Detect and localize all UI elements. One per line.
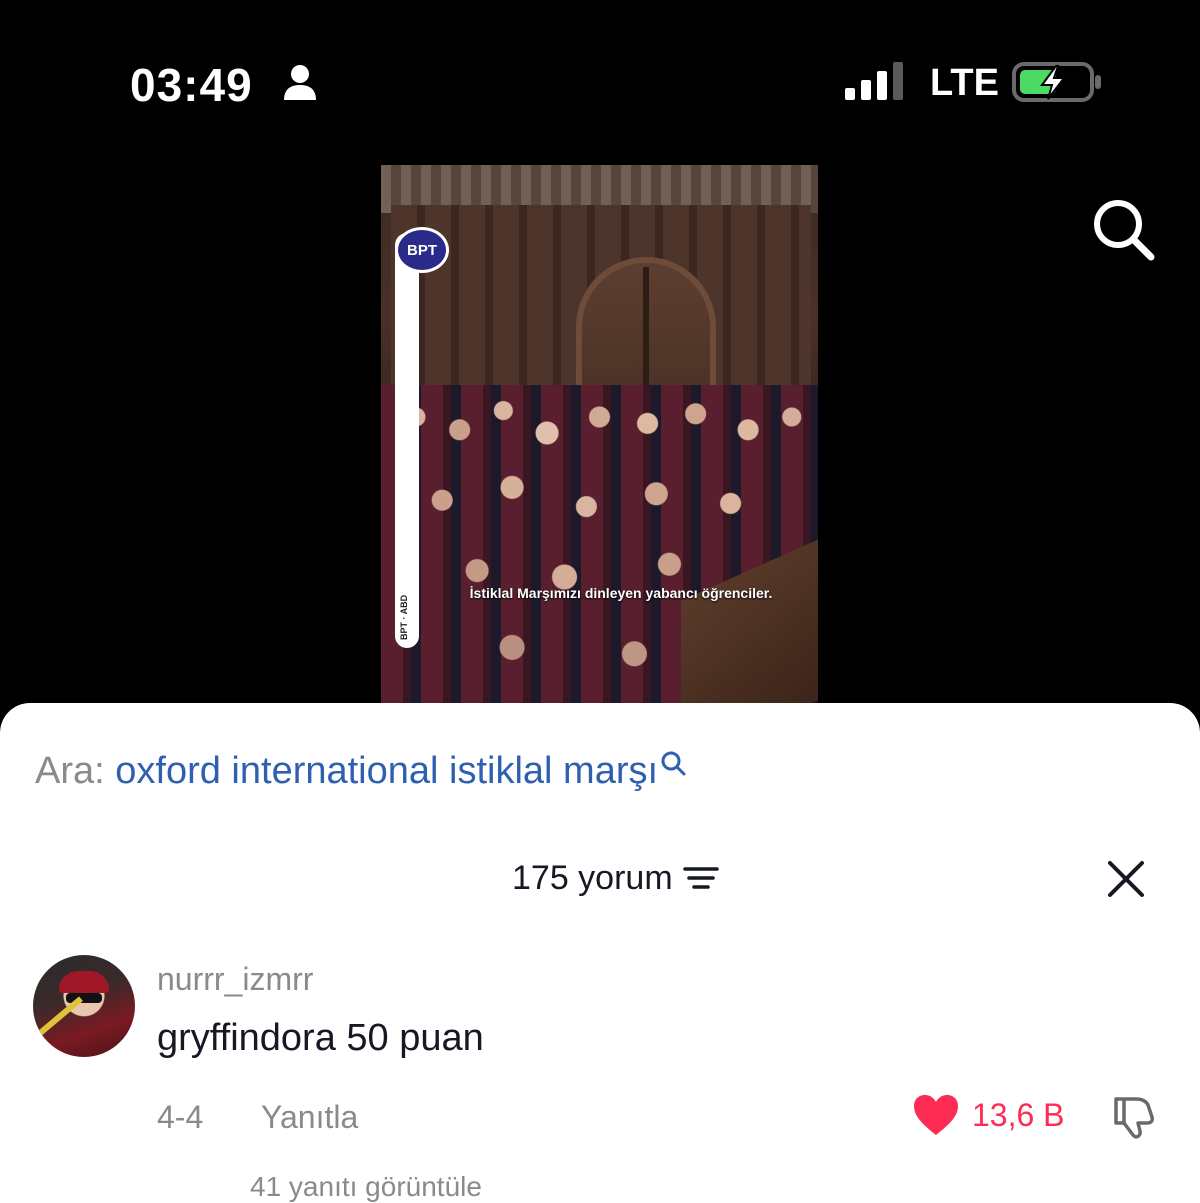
video-logo: BPT <box>395 227 449 273</box>
video-caption: İstiklal Marşımızı dinleyen yabancı öğre… <box>469 585 773 601</box>
view-replies-link[interactable]: 41 yanıtı görüntüle <box>250 1171 482 1203</box>
comments-sheet: Ara: oxford international istiklal marşı… <box>0 703 1200 1203</box>
clock-time: 03:49 <box>130 59 253 111</box>
search-query-link[interactable]: oxford international istiklal marşı <box>115 750 658 792</box>
comment-date: 4-4 <box>157 1099 204 1135</box>
close-icon[interactable] <box>1106 859 1146 899</box>
network-type: LTE <box>930 62 999 104</box>
search-icon[interactable] <box>1090 196 1156 262</box>
video-side-text: BPT · ABD <box>399 594 409 640</box>
battery-charging-icon <box>1012 62 1101 102</box>
avatar[interactable] <box>33 955 135 1057</box>
video-player[interactable]: BPT BPT · ABD İstiklal Marşımızı dinleye… <box>381 165 818 705</box>
dislike-icon[interactable] <box>1110 1093 1158 1141</box>
avatar-stripe <box>33 996 83 1040</box>
comment-username[interactable]: nurrr_izmrr <box>157 961 313 998</box>
status-bar: 03:49 LTE <box>0 0 1200 150</box>
search-icon <box>661 751 686 776</box>
like-count: 13,6 B <box>972 1096 1065 1133</box>
avatar-cap <box>59 971 109 993</box>
like-button[interactable]: 13,6 B <box>912 1093 1065 1137</box>
person-icon <box>284 65 316 100</box>
sort-icon[interactable] <box>682 863 719 893</box>
reply-button[interactable]: Yanıtla <box>261 1099 358 1136</box>
comment-count-row[interactable]: 175 yorum <box>512 855 719 901</box>
comment-item: nurrr_izmrr gryffindora 50 puan 4-4 Yanı… <box>0 953 1200 1202</box>
comment-text: gryffindora 50 puan <box>157 1017 484 1059</box>
search-prefix: Ara: <box>35 750 105 792</box>
search-suggestion[interactable]: Ara: oxford international istiklal marşı <box>35 750 686 793</box>
comment-count: 175 yorum <box>512 858 673 897</box>
heart-icon <box>914 1095 958 1135</box>
signal-icon <box>845 62 903 100</box>
